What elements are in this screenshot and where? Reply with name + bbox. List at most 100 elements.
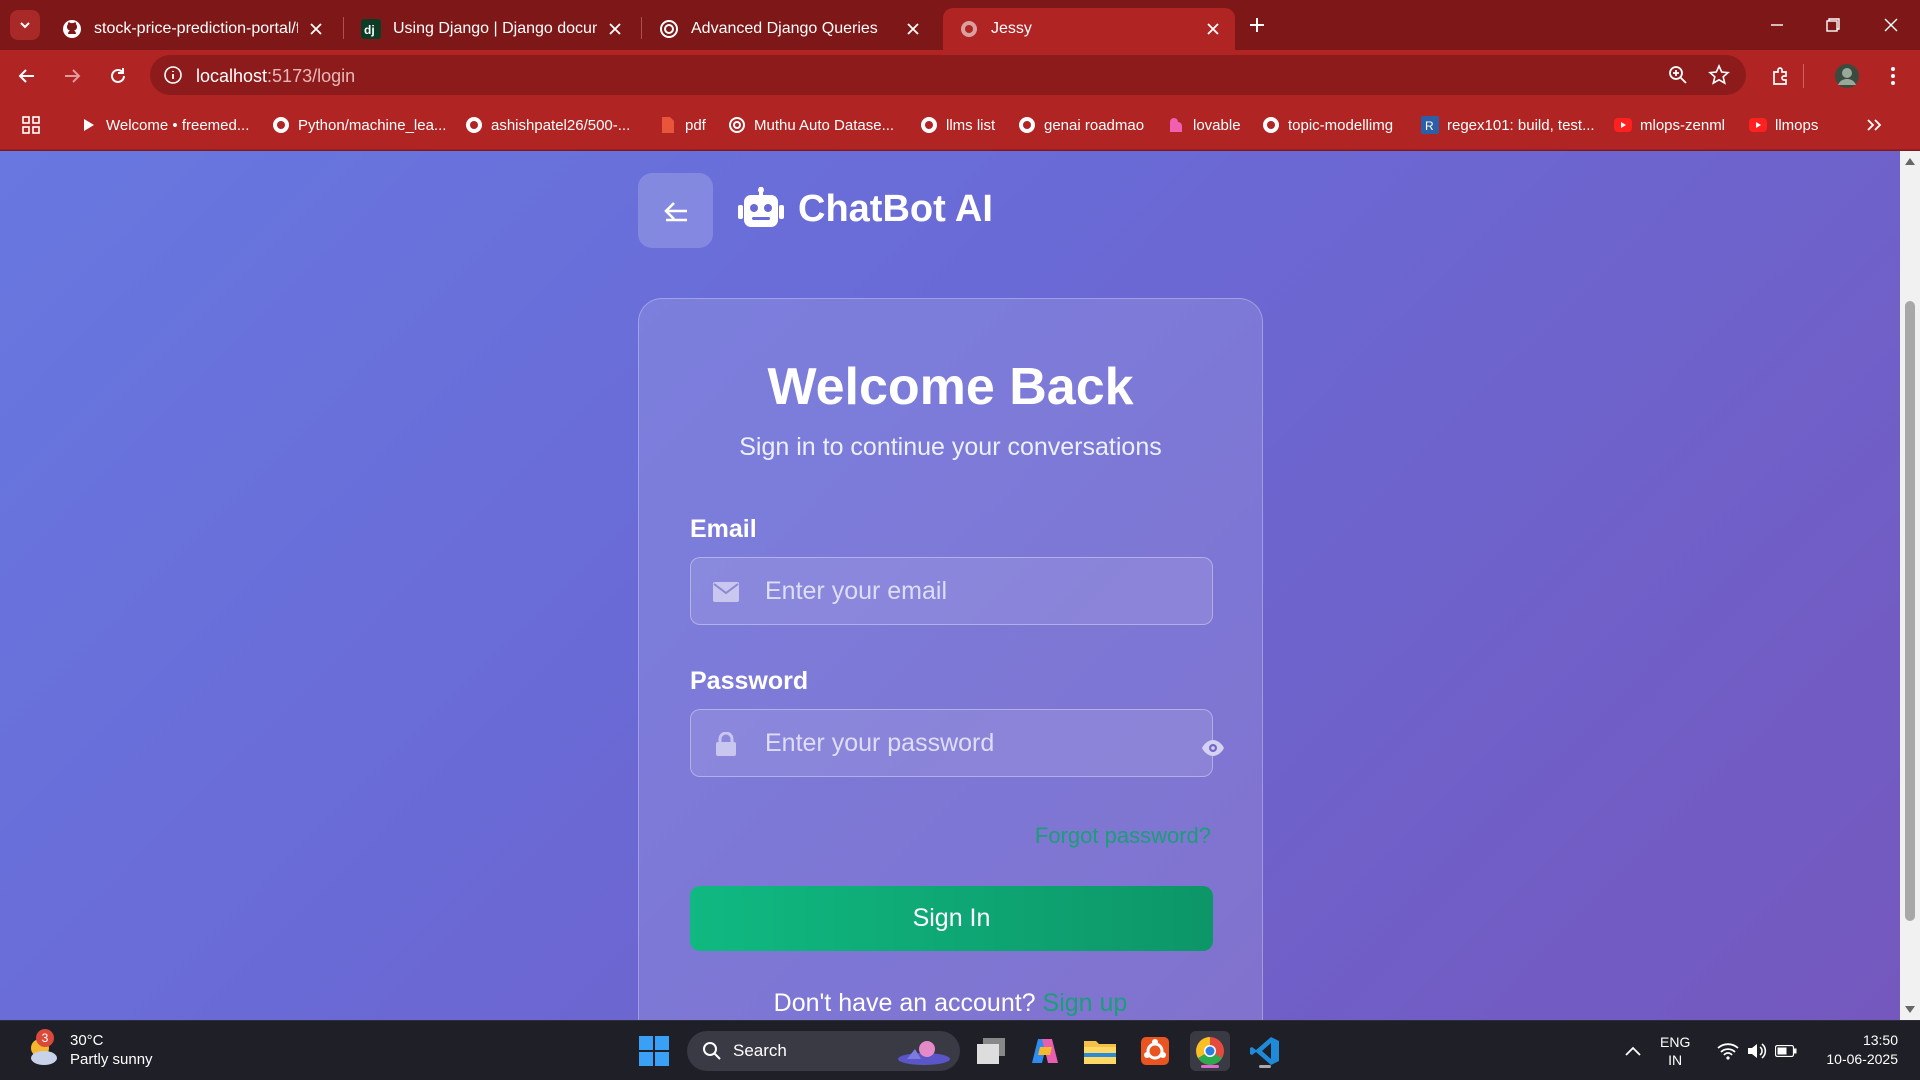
profile-avatar[interactable] [1832,61,1862,91]
bookmark-item[interactable]: ashishpatel26/500-... [465,113,630,137]
bookmark-item[interactable]: llmops [1749,113,1818,137]
back-button[interactable] [12,61,42,91]
ubuntu-button[interactable] [1135,1031,1175,1071]
bookmark-item[interactable]: llms list [920,113,995,137]
tab-stock-price[interactable]: stock-price-prediction-portal/fr [46,8,338,50]
page-scrollbar[interactable] [1900,151,1920,1020]
puzzle-icon [1773,67,1787,85]
info-icon[interactable] [163,65,183,90]
vscode-button[interactable] [1245,1031,1285,1071]
new-tab-button[interactable] [1244,12,1270,38]
bookmark-item[interactable]: genai roadmao [1018,113,1144,137]
close-icon[interactable] [1203,19,1223,39]
running-indicator [1259,1065,1271,1068]
folder-icon [1084,1041,1116,1064]
close-icon[interactable] [306,19,326,39]
tab-title: Using Django | Django docume [393,20,597,37]
sign-in-button[interactable]: Sign In [690,886,1213,951]
show-password-toggle[interactable] [1200,738,1226,758]
extensions-button[interactable] [1766,61,1796,91]
password-field[interactable] [690,709,1213,777]
tab-divider [641,17,642,39]
search-label: Search [733,1041,787,1060]
task-view-button[interactable] [971,1031,1011,1071]
github-icon [1018,116,1036,134]
email-field[interactable] [690,557,1213,625]
restore-button[interactable] [1818,10,1848,40]
language-indicator[interactable]: ENG IN [1660,1033,1690,1069]
brand-name: ChatBot AI [798,187,993,230]
bookmark-star-icon[interactable] [1708,64,1730,91]
bookmark-item[interactable]: lovable [1167,113,1241,137]
forgot-password-link[interactable]: Forgot password? [1035,823,1211,849]
sign-up-link[interactable]: Sign up [1043,989,1128,1017]
bookmark-label: topic-modellimg [1288,116,1394,134]
volume-icon [1748,1043,1767,1059]
system-tray-status[interactable] [1704,1031,1810,1071]
weather-widget[interactable]: 3 30°C Partly sunny [24,1029,153,1069]
start-button[interactable] [634,1031,674,1071]
page-subtitle: Sign in to continue your conversations [739,433,1162,461]
bookmark-item[interactable]: R regex101: build, test... [1421,113,1595,137]
browser-menu-button[interactable] [1878,61,1908,91]
windows-icon [639,1036,669,1066]
back-nav-button[interactable] [638,173,713,248]
email-input[interactable] [765,558,1185,624]
partly-sunny-icon: 3 [24,1029,60,1068]
tab-advanced-django[interactable]: Advanced Django Queries [643,8,935,50]
no-account-text: Don't have an account? [773,989,1036,1017]
bookmark-item[interactable]: mlops-zenml [1614,113,1725,137]
bookmark-label: Python/machine_lea... [298,116,447,134]
chevron-down-icon [20,22,30,29]
minimize-button[interactable] [1762,10,1792,40]
bookmark-item[interactable]: Python/machine_lea... [272,113,446,137]
django-icon: dj [361,19,381,39]
tab-title: stock-price-prediction-portal/fr [94,20,298,37]
forward-button[interactable] [57,61,87,91]
bookmark-item[interactable]: pdf [659,113,706,137]
globe-icon [959,19,979,39]
bookmark-label: regex101: build, test... [1447,116,1595,134]
chrome-button[interactable] [1190,1031,1230,1071]
reload-button[interactable] [103,61,133,91]
close-icon[interactable] [605,19,625,39]
scroll-up-icon[interactable] [1904,155,1916,167]
double-chevron-right-icon [1867,119,1882,131]
tab-jessy[interactable]: Jessy [943,8,1235,50]
tab-search-button[interactable] [10,10,40,40]
scroll-down-icon[interactable] [1904,1004,1916,1016]
youtube-icon [1614,116,1632,134]
vscode-icon [1250,1037,1279,1065]
close-window-button[interactable] [1876,10,1906,40]
browser-toolbar: localhost:5173/login [0,50,1920,100]
minimize-icon [1771,24,1783,26]
file-explorer-button[interactable] [1080,1031,1120,1071]
apps-button[interactable] [22,113,40,137]
close-icon [1884,18,1898,32]
address-bar[interactable]: localhost:5173/login [150,55,1746,95]
copilot-button[interactable] [1025,1031,1065,1071]
close-icon[interactable] [903,19,923,39]
tab-django-docs[interactable]: dj Using Django | Django docume [345,8,637,50]
password-input[interactable] [765,710,1185,776]
windows-taskbar: 3 30°C Partly sunny Search ENG IN 13:50 … [0,1020,1920,1080]
scrollbar-thumb[interactable] [1905,301,1915,921]
bookmark-item[interactable]: Muthu Auto Datase... [728,113,894,137]
openai-icon [659,19,679,39]
show-hidden-icons-button[interactable] [1613,1031,1653,1071]
bookmark-label: pdf [685,116,706,134]
taskbar-search[interactable]: Search [687,1031,960,1071]
play-icon [80,116,98,134]
github-icon [465,116,483,134]
system-clock[interactable]: 13:50 10-06-2025 [1818,1031,1898,1069]
arrow-left-icon [663,201,687,221]
more-bookmarks-button[interactable] [1866,113,1882,137]
brand: ChatBot AI [738,187,993,231]
bookmark-item[interactable]: Welcome • freemed... [80,113,249,137]
svg-text:R: R [1425,119,1434,133]
weather-desc: Partly sunny [70,1051,153,1068]
envelope-icon [713,580,739,604]
zoom-icon[interactable] [1668,65,1688,90]
bookmark-item[interactable]: topic-modellimg [1262,113,1393,137]
url-text: localhost:5173/login [196,66,355,87]
